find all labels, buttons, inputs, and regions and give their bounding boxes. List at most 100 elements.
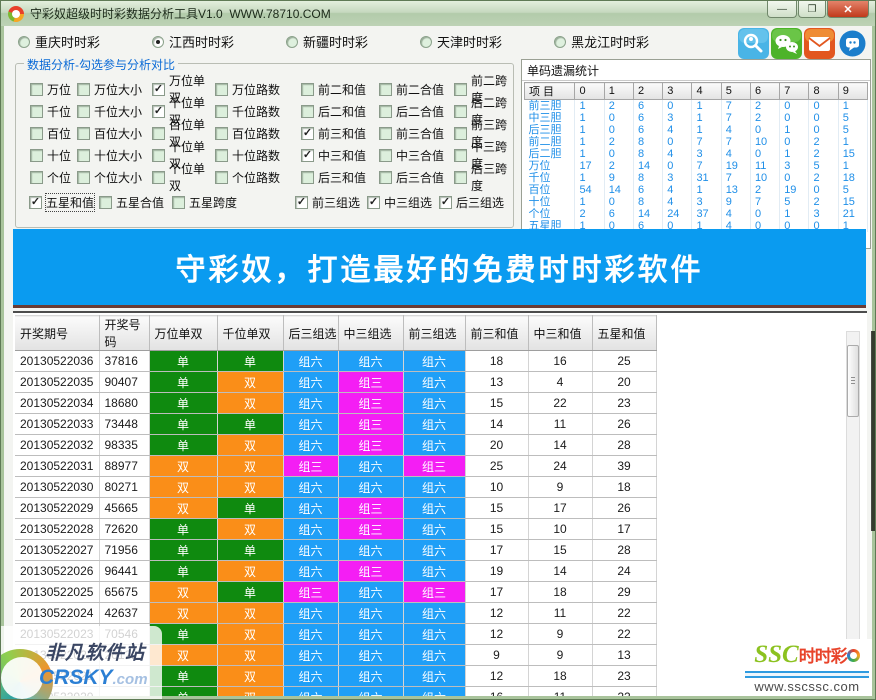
checkbox-后三和值[interactable]: 后三和值 — [301, 169, 379, 186]
omission-row-label: 中三胆 — [525, 112, 575, 124]
checkbox-前三和值[interactable]: ✓前三和值 — [301, 125, 379, 142]
result-cell: 65675 — [99, 582, 149, 603]
omission-value: 1 — [780, 208, 809, 220]
checkbox-五星合值[interactable]: 五星合值 — [99, 194, 164, 211]
lottery-tab[interactable]: 江西时时彩 — [152, 32, 234, 51]
checkbox-万位大小[interactable]: 万位大小 — [77, 81, 152, 98]
result-cell: 29 — [592, 582, 656, 603]
checkbox-十位路数[interactable]: 十位路数 — [215, 147, 301, 164]
lottery-tab[interactable]: 黑龙江时时彩 — [554, 32, 649, 51]
lottery-tab[interactable]: 新疆时时彩 — [286, 32, 368, 51]
table-row[interactable]: 2013052202945665双单组六组三组六151726 — [15, 498, 656, 519]
maximize-button[interactable]: ❐ — [798, 1, 826, 18]
results-col-header[interactable]: 中三组选 — [338, 316, 403, 351]
checkbox-中三合值[interactable]: 中三合值 — [379, 147, 454, 164]
result-cell: 组六 — [283, 624, 338, 645]
checkbox-千位路数[interactable]: 千位路数 — [215, 103, 301, 120]
checkbox-label: 万位 — [47, 81, 71, 98]
result-cell: 15 — [465, 498, 528, 519]
omission-col-header: 4 — [692, 83, 721, 100]
lottery-tab[interactable]: 天津时时彩 — [420, 32, 502, 51]
results-col-header[interactable]: 前三和值 — [465, 316, 528, 351]
results-col-header[interactable]: 中三和值 — [528, 316, 592, 351]
table-row[interactable]: 2013052203188977双双组三组六组三252439 — [15, 456, 656, 477]
results-col-header[interactable]: 万位单双 — [149, 316, 217, 351]
checkbox-前二合值[interactable]: 前二合值 — [379, 81, 454, 98]
ad-banner[interactable]: 守彩奴，打造最好的免费时时彩软件 — [13, 229, 866, 308]
table-row[interactable]: 2013052203590407单双组六组三组六13420 — [15, 372, 656, 393]
table-row[interactable]: 2013052202872620单双组六组三组六151017 — [15, 519, 656, 540]
watermark-site-url: CRSKY.com — [39, 666, 148, 690]
checkbox-百位路数[interactable]: 百位路数 — [215, 125, 301, 142]
omission-value: 7 — [692, 136, 721, 148]
checkbox-label: 后三组选 — [456, 194, 504, 211]
lottery-tab-bar: 重庆时时彩 江西时时彩 新疆时时彩 天津时时彩 黑龙江时时彩 — [18, 32, 649, 51]
checkbox-中三组选[interactable]: ✓中三组选 — [367, 194, 432, 211]
messenger-icon[interactable] — [837, 28, 868, 59]
checkbox-box-icon — [30, 127, 43, 140]
table-row[interactable]: 2013052203080271双双组六组六组六10918 — [15, 477, 656, 498]
minimize-button[interactable]: — — [767, 1, 797, 18]
checkbox-万位路数[interactable]: 万位路数 — [215, 81, 301, 98]
wechat-icon[interactable] — [771, 28, 802, 59]
checkbox-label: 个位单双 — [169, 160, 215, 194]
checkbox-label: 十位 — [47, 147, 71, 164]
results-col-header[interactable]: 五星和值 — [592, 316, 656, 351]
checkbox-box-icon — [379, 105, 392, 118]
scrollbar-thumb[interactable] — [847, 345, 859, 417]
mail-icon[interactable] — [804, 28, 835, 59]
qq-search-icon[interactable] — [738, 28, 769, 59]
checkbox-后三合值[interactable]: 后三合值 — [379, 169, 454, 186]
results-col-header[interactable]: 前三组选 — [403, 316, 465, 351]
table-row[interactable]: 2013052203637816单单组六组六组六181625 — [15, 351, 656, 372]
checkbox-label: 十位路数 — [232, 147, 280, 164]
checkbox-五星跨度[interactable]: 五星跨度 — [172, 194, 237, 211]
table-row[interactable]: 2013052203298335单双组六组三组六201428 — [15, 435, 656, 456]
checkbox-个位路数[interactable]: 个位路数 — [215, 169, 301, 186]
result-cell: 单 — [149, 372, 217, 393]
checkbox-后三跨度[interactable]: 后三跨度 — [454, 160, 516, 194]
omission-value: 0 — [663, 100, 692, 113]
omission-value: 10 — [750, 172, 779, 184]
table-row[interactable]: 2013052203373448单单组六组三组六141126 — [15, 414, 656, 435]
checkbox-百位[interactable]: 百位 — [30, 125, 77, 142]
results-col-header[interactable]: 后三组选 — [283, 316, 338, 351]
checkbox-千位大小[interactable]: 千位大小 — [77, 103, 152, 120]
omission-row: 前二胆12807710021 — [525, 136, 868, 148]
checkbox-后二合值[interactable]: 后二合值 — [379, 103, 454, 120]
result-cell: 9 — [528, 624, 592, 645]
results-col-header[interactable]: 千位单双 — [217, 316, 283, 351]
results-col-header[interactable]: 开奖期号 — [15, 316, 99, 351]
checkbox-个位单双[interactable]: 个位单双 — [152, 160, 215, 194]
checkbox-个位[interactable]: 个位 — [30, 169, 77, 186]
table-row[interactable]: 2013052202565675双单组三组六组三171829 — [15, 582, 656, 603]
checkbox-五星和值[interactable]: ✓五星和值 — [29, 194, 94, 211]
tab-label: 黑龙江时时彩 — [571, 32, 649, 51]
table-row[interactable]: 2013052202442637双双组六组六组六121122 — [15, 603, 656, 624]
checkbox-万位[interactable]: 万位 — [30, 81, 77, 98]
checkbox-百位大小[interactable]: 百位大小 — [77, 125, 152, 142]
result-cell: 10 — [465, 477, 528, 498]
lottery-tab[interactable]: 重庆时时彩 — [18, 32, 100, 51]
checkbox-中三和值[interactable]: ✓中三和值 — [301, 147, 379, 164]
table-row[interactable]: 2013052203418680单双组六组三组六152223 — [15, 393, 656, 414]
checkbox-后三组选[interactable]: ✓后三组选 — [439, 194, 504, 211]
table-row[interactable]: 2013052202696441单双组六组三组六191424 — [15, 561, 656, 582]
close-button[interactable]: ✕ — [827, 1, 869, 18]
results-col-header[interactable]: 开奖号码 — [99, 316, 149, 351]
checkbox-label: 个位路数 — [232, 169, 280, 186]
result-cell: 20130522024 — [15, 603, 99, 624]
result-cell: 12 — [465, 624, 528, 645]
checkbox-十位[interactable]: 十位 — [30, 147, 77, 164]
checkbox-十位大小[interactable]: 十位大小 — [77, 147, 152, 164]
checkbox-前二和值[interactable]: 前二和值 — [301, 81, 379, 98]
checkbox-后二和值[interactable]: 后二和值 — [301, 103, 379, 120]
checkbox-千位[interactable]: 千位 — [30, 103, 77, 120]
omission-table-body: 前三胆1260172001中三胆1063172005后三胆1064140105前… — [525, 100, 868, 233]
checkbox-前三合值[interactable]: 前三合值 — [379, 125, 454, 142]
checkbox-前三组选[interactable]: ✓前三组选 — [295, 194, 360, 211]
result-cell: 24 — [592, 561, 656, 582]
table-row[interactable]: 2013052202771956单单组六组六组六171528 — [15, 540, 656, 561]
omission-row: 千位1983317100218 — [525, 172, 868, 184]
checkbox-个位大小[interactable]: 个位大小 — [77, 169, 152, 186]
